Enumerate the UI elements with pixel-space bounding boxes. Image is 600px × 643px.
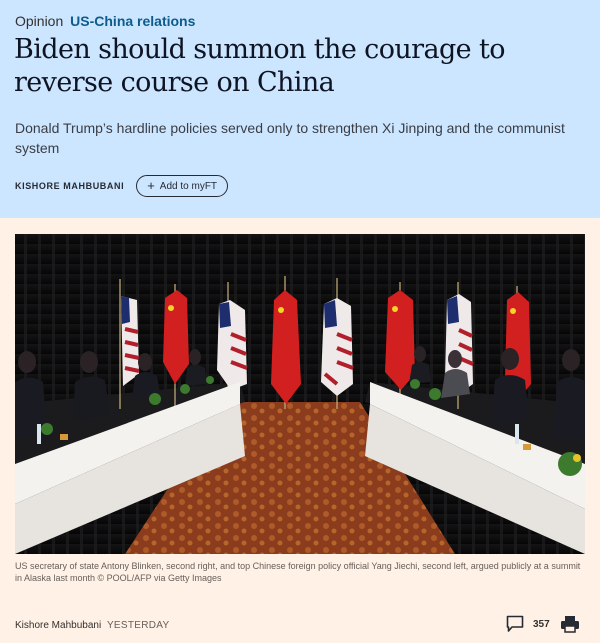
byline: KISHORE MAHBUBANI + Add to myFT: [15, 175, 229, 197]
topic-link[interactable]: US-China relations: [70, 13, 195, 29]
comment-count: 357: [533, 618, 550, 630]
article-meta: Kishore Mahbubani YESTERDAY: [15, 620, 169, 631]
footer-author[interactable]: Kishore Mahbubani: [15, 620, 101, 631]
add-to-myft-label: Add to myFT: [159, 180, 218, 192]
headline: Biden should summon the courage to rever…: [14, 34, 506, 98]
article-kicker: Opinion US-China relations: [15, 12, 195, 30]
article-photo: [15, 234, 585, 554]
author-link[interactable]: KISHORE MAHBUBANI: [15, 181, 124, 191]
add-to-myft-button[interactable]: + Add to myFT: [136, 175, 229, 197]
photo-caption: US secretary of state Antony Blinken, se…: [15, 561, 581, 583]
printer-icon[interactable]: [560, 614, 580, 634]
publish-date: YESTERDAY: [106, 620, 170, 631]
opinion-label: Opinion: [15, 13, 64, 29]
speech-bubble-icon[interactable]: [505, 614, 525, 634]
article-tools: 357: [505, 612, 585, 636]
standfirst: Donald Trump’s hardline policies served …: [15, 120, 565, 156]
plus-icon: +: [147, 178, 155, 193]
